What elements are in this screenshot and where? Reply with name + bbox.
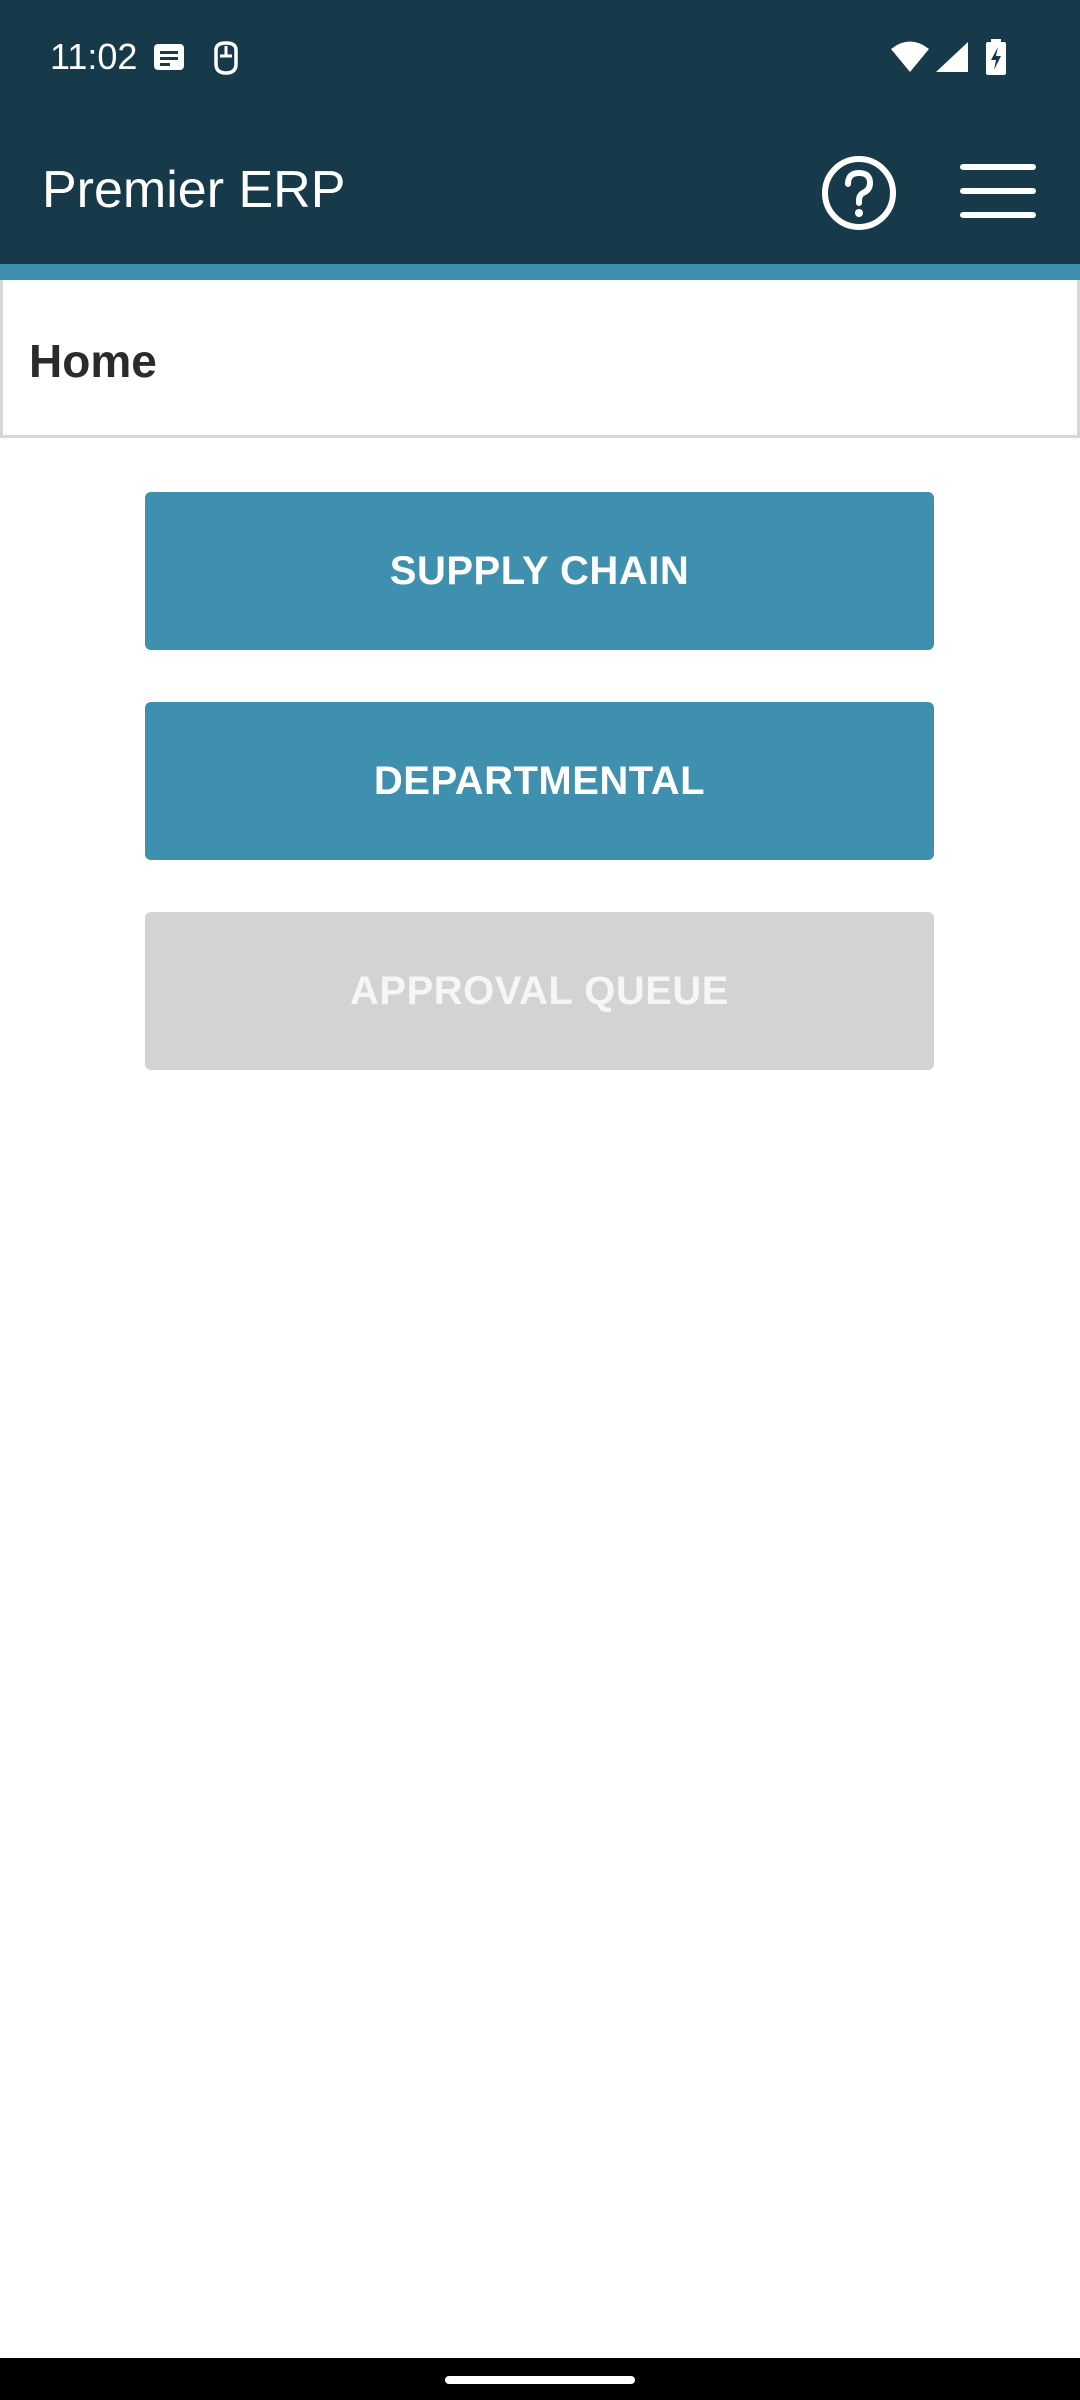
- help-button[interactable]: [818, 152, 900, 234]
- app-header: 11:02 Premier ERP: [0, 0, 1080, 264]
- status-bar: 11:02: [0, 0, 1080, 120]
- home-gesture-handle[interactable]: [445, 2376, 635, 2384]
- system-navigation-bar: [0, 2358, 1080, 2400]
- wifi-icon: [891, 41, 929, 72]
- approval-queue-button-label: APPROVAL QUEUE: [350, 968, 729, 1013]
- breadcrumb: Home: [0, 280, 1080, 438]
- help-circle-icon: [822, 156, 896, 230]
- hamburger-menu-icon: [960, 164, 1036, 218]
- notification-icon: [214, 41, 238, 75]
- status-time: 11:02: [50, 36, 138, 77]
- battery-charging-icon: [986, 39, 1006, 75]
- page-title: Home: [29, 335, 157, 387]
- header-accent-bar: [0, 264, 1080, 280]
- menu-button[interactable]: [956, 158, 1040, 224]
- supply-chain-button-label: SUPPLY CHAIN: [389, 548, 690, 593]
- approval-queue-button: APPROVAL QUEUE: [145, 912, 934, 1070]
- departmental-button[interactable]: DEPARTMENTAL: [145, 702, 934, 860]
- departmental-button-label: DEPARTMENTAL: [373, 758, 706, 803]
- signal-icon: [936, 42, 968, 72]
- app-title: Premier ERP: [42, 161, 346, 219]
- message-icon: [154, 44, 184, 70]
- supply-chain-button[interactable]: SUPPLY CHAIN: [145, 492, 934, 650]
